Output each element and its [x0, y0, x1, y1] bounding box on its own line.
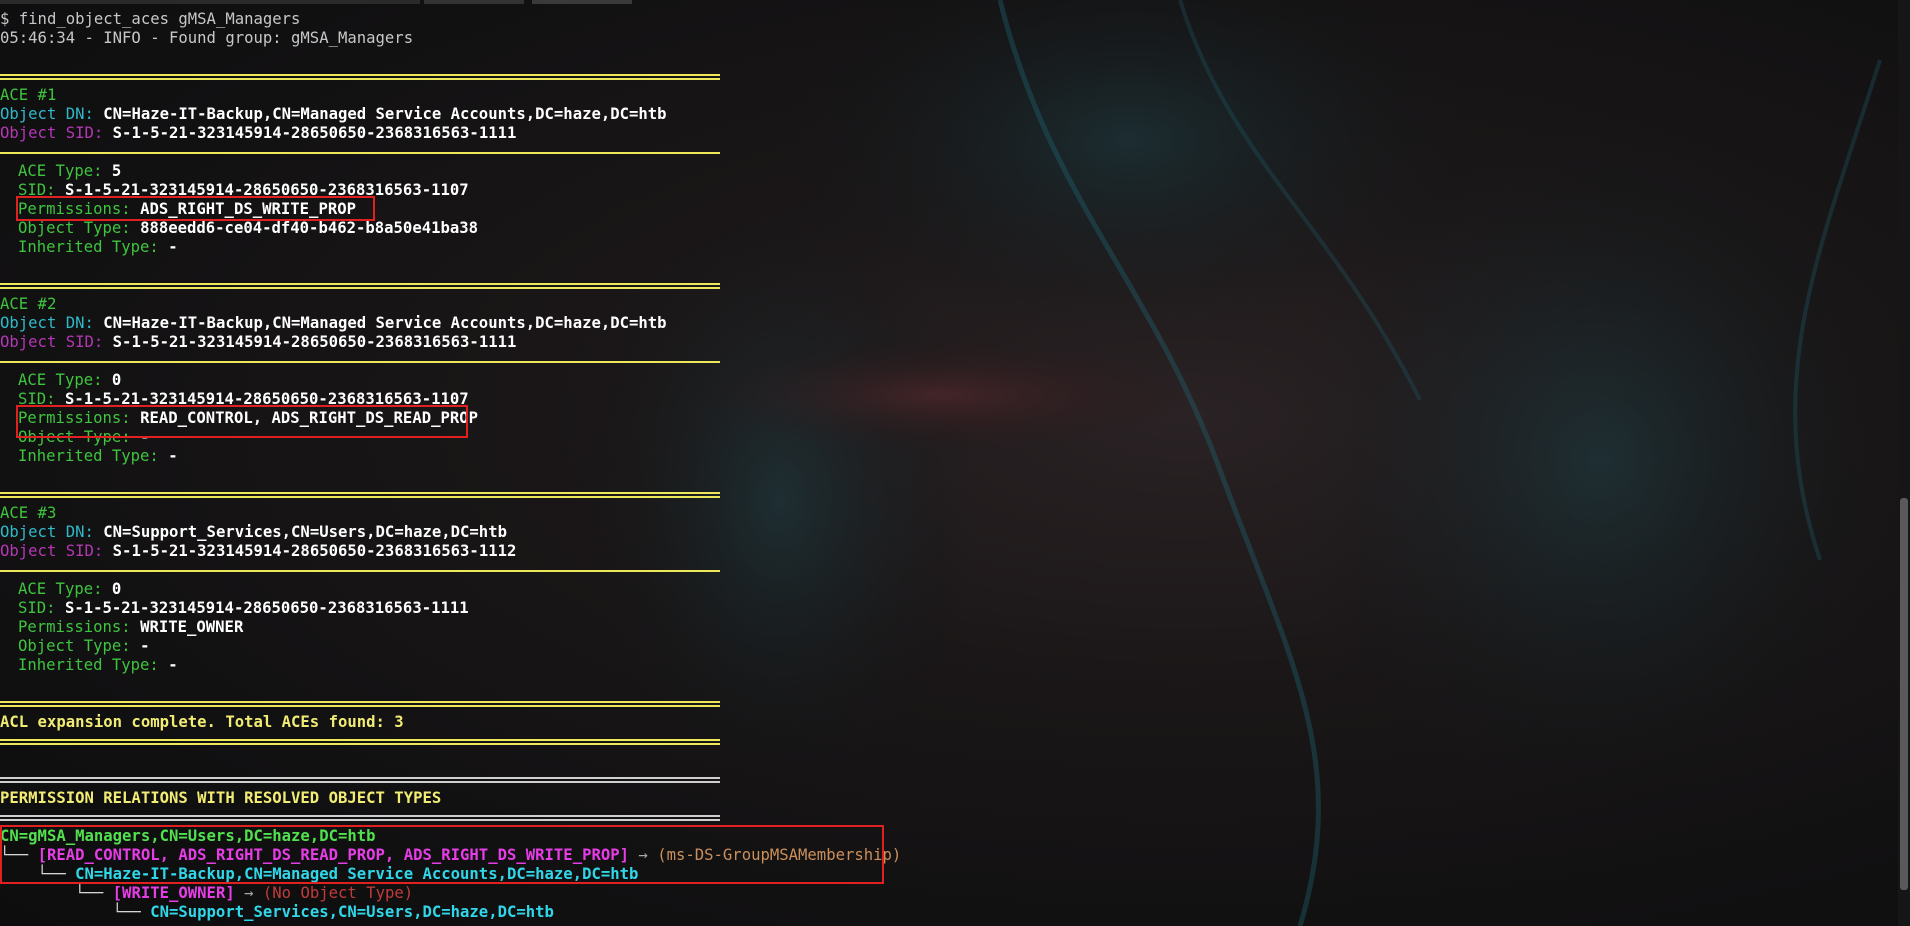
object-dn-label: Object DN:	[0, 523, 94, 541]
object-type-value: 888eedd6-ce04-df40-b462-b8a50e41ba38	[140, 219, 479, 237]
highlight-box-ace1-permissions	[16, 196, 375, 221]
tree-object-type: (No Object Type)	[262, 884, 414, 902]
sid-value: S-1-5-21-323145914-28650650-2368316563-1…	[64, 599, 469, 617]
info-line: 05:46:34 - INFO - Found group: gMSA_Mana…	[0, 29, 414, 47]
tree-branch-connector: └──	[0, 884, 113, 902]
object-dn-label: Object DN:	[0, 105, 94, 123]
separator	[0, 732, 720, 751]
highlight-box-ace2-permissions	[16, 405, 468, 438]
object-type-label: Object Type:	[18, 219, 131, 237]
ace-type-value: 5	[111, 162, 122, 180]
object-sid-value: S-1-5-21-323145914-28650650-2368316563-1…	[112, 124, 517, 142]
separator	[0, 485, 720, 504]
object-sid-label: Object SID:	[0, 542, 104, 560]
inherited-type-value: -	[168, 447, 178, 465]
ace-title: ACE #2	[0, 295, 57, 313]
separator	[0, 143, 720, 162]
ace-type-label: ACE Type:	[18, 580, 103, 598]
object-sid-label: Object SID:	[0, 124, 104, 142]
inherited-type-value: -	[168, 238, 178, 256]
object-type-value: -	[140, 637, 150, 655]
separator	[0, 352, 720, 371]
inherited-type-label: Inherited Type:	[18, 447, 159, 465]
scrollbar[interactable]	[1898, 0, 1910, 926]
object-dn-label: Object DN:	[0, 314, 94, 332]
tree-target: CN=Support_Services,CN=Users,DC=haze,DC=…	[150, 903, 554, 921]
object-dn-value: CN=Haze-IT-Backup,CN=Managed Service Acc…	[103, 105, 667, 123]
command-prompt: $ find_object_aces gMSA_Managers	[0, 10, 301, 28]
separator	[0, 561, 720, 580]
object-type-label: Object Type:	[18, 637, 131, 655]
ace-type-label: ACE Type:	[18, 371, 103, 389]
tree-branch-connector: └──	[0, 903, 151, 921]
inherited-type-label: Inherited Type:	[18, 238, 159, 256]
ace-type-value: 0	[111, 371, 122, 389]
separator	[0, 276, 720, 295]
separator	[0, 770, 720, 789]
object-dn-value: CN=Haze-IT-Backup,CN=Managed Service Acc…	[103, 314, 667, 332]
object-sid-label: Object SID:	[0, 333, 104, 351]
ace-type-value: 0	[111, 580, 122, 598]
relations-header: PERMISSION RELATIONS WITH RESOLVED OBJEC…	[0, 789, 442, 807]
inherited-type-value: -	[168, 656, 178, 674]
highlight-box-relation	[0, 825, 884, 884]
ace-title: ACE #1	[0, 86, 57, 104]
object-sid-value: S-1-5-21-323145914-28650650-2368316563-1…	[112, 333, 517, 351]
summary-line: ACL expansion complete. Total ACEs found…	[0, 713, 404, 731]
top-bar	[0, 0, 1910, 4]
ace-type-label: ACE Type:	[18, 162, 103, 180]
arrow-icon: →	[234, 884, 263, 902]
scrollbar-thumb[interactable]	[1900, 498, 1908, 890]
terminal-output[interactable]: $ find_object_aces gMSA_Managers 05:46:3…	[0, 10, 1890, 922]
separator	[0, 694, 720, 713]
separator	[0, 67, 720, 86]
object-sid-value: S-1-5-21-323145914-28650650-2368316563-1…	[112, 542, 517, 560]
tree-permissions: [WRITE_OWNER]	[112, 884, 235, 902]
permissions-label: Permissions:	[18, 618, 131, 636]
ace-title: ACE #3	[0, 504, 57, 522]
permissions-value: WRITE_OWNER	[140, 618, 244, 636]
object-dn-value: CN=Support_Services,CN=Users,DC=haze,DC=…	[103, 523, 507, 541]
sid-label: SID:	[18, 599, 56, 617]
inherited-type-label: Inherited Type:	[18, 656, 159, 674]
